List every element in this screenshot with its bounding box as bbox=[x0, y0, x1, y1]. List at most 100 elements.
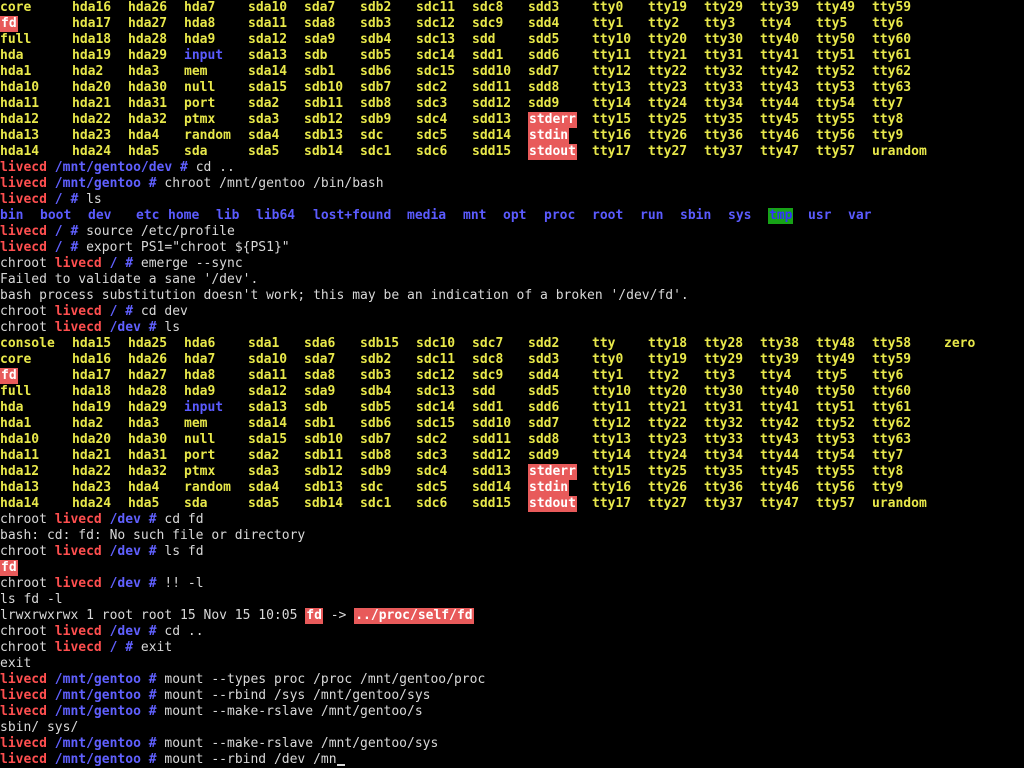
directory-entry: lost+found bbox=[313, 208, 392, 223]
file-entry: tty40 bbox=[760, 32, 800, 47]
prompt-host: livecd bbox=[0, 704, 55, 719]
terminal-text: mount --make-rslave /mnt/gentoo/sys bbox=[164, 736, 439, 751]
file-entry: sdd9 bbox=[528, 448, 560, 463]
file-entry: tty5 bbox=[816, 368, 848, 383]
file-entry: tty14 bbox=[592, 448, 632, 463]
file-entry: tty49 bbox=[816, 0, 856, 15]
file-entry: sdd10 bbox=[472, 64, 512, 79]
file-entry: tty43 bbox=[760, 432, 800, 447]
file-entry: sdd1 bbox=[472, 48, 504, 63]
file-entry: hda28 bbox=[128, 32, 168, 47]
file-entry: tty51 bbox=[816, 48, 856, 63]
terminal-text: ls fd -l bbox=[0, 592, 63, 607]
file-entry: sda10 bbox=[248, 0, 288, 15]
file-entry: sdd13 bbox=[472, 464, 512, 479]
terminal-line: ls fd -l bbox=[0, 592, 1024, 608]
file-entry: tty57 bbox=[816, 496, 856, 511]
file-entry: sdc2 bbox=[416, 432, 448, 447]
ls-output-row: core hda16 hda26 hda7 sda10 sda7 sdb2 sdc11 sdc8… bbox=[0, 0, 1024, 16]
file-entry: sdd bbox=[472, 32, 496, 47]
file-entry: sdc14 bbox=[416, 48, 456, 63]
prompt-path: /dev # bbox=[109, 512, 165, 527]
file-entry: sda2 bbox=[248, 448, 280, 463]
file-entry: sda10 bbox=[248, 352, 288, 367]
file-entry: stdout bbox=[528, 144, 577, 160]
directory-entry: proc bbox=[544, 208, 576, 223]
directory-entry: root bbox=[592, 208, 624, 223]
file-entry: hda17 bbox=[72, 16, 112, 31]
file-entry: sdb13 bbox=[304, 128, 344, 143]
file-entry: tty47 bbox=[760, 496, 800, 511]
file-entry: sdb2 bbox=[360, 352, 392, 367]
file-entry: tty61 bbox=[872, 400, 912, 415]
file-entry: tty62 bbox=[872, 416, 912, 431]
file-entry: sdc7 bbox=[472, 336, 504, 351]
file-entry: hda7 bbox=[184, 0, 216, 15]
file-entry: tty21 bbox=[648, 48, 688, 63]
file-entry: sda4 bbox=[248, 128, 280, 143]
file-entry: hda11 bbox=[0, 96, 40, 111]
terminal-text: chroot bbox=[0, 256, 55, 271]
file-entry: sda14 bbox=[248, 416, 288, 431]
terminal-line: sbin/ sys/ bbox=[0, 720, 1024, 736]
file-entry: tty2 bbox=[648, 368, 680, 383]
file-entry: tty55 bbox=[816, 112, 856, 127]
ls-output-row: hda11 hda21 hda31 port sda2 sdb11 sdb8 sdc3 sdd1… bbox=[0, 96, 1024, 112]
file-entry: tty4 bbox=[760, 16, 792, 31]
ls-output-row: hda12 hda22 hda32 ptmx sda3 sdb12 sdb9 sdc4 sdd1… bbox=[0, 464, 1024, 480]
file-entry: sdb4 bbox=[360, 384, 392, 399]
file-entry: tty40 bbox=[760, 384, 800, 399]
file-entry: tty1 bbox=[592, 368, 624, 383]
file-entry: sdb bbox=[304, 48, 328, 63]
file-entry: sda6 bbox=[304, 336, 336, 351]
file-entry: tty49 bbox=[816, 352, 856, 367]
terminal-line: Failed to validate a sane '/dev'. bbox=[0, 272, 1024, 288]
file-entry: tty46 bbox=[760, 128, 800, 143]
directory-entry: boot bbox=[40, 208, 72, 223]
file-entry: tty43 bbox=[760, 80, 800, 95]
ls-output-row: hda10 hda20 hda30 null sda15 sdb10 sdb7 sdc2 sdd… bbox=[0, 80, 1024, 96]
file-entry: sdc3 bbox=[416, 96, 448, 111]
file-entry: hda30 bbox=[128, 80, 168, 95]
file-entry: zero bbox=[944, 336, 976, 351]
prompt-path: /mnt/gentoo # bbox=[54, 704, 165, 719]
terminal-line: chroot livecd /dev # !! -l bbox=[0, 576, 1024, 592]
file-entry: tty8 bbox=[872, 112, 904, 127]
file-entry: sdd1 bbox=[472, 400, 504, 415]
file-entry: tty15 bbox=[592, 112, 632, 127]
file-entry: tty53 bbox=[816, 80, 856, 95]
file-entry: tty4 bbox=[760, 368, 792, 383]
prompt-path: /mnt/gentoo # bbox=[54, 688, 165, 703]
file-entry: hda18 bbox=[72, 32, 112, 47]
file-entry: sdd6 bbox=[528, 400, 560, 415]
file-entry: tty9 bbox=[872, 480, 904, 495]
prompt-host: livecd bbox=[54, 544, 110, 559]
file-entry: hda29 bbox=[128, 48, 168, 63]
ls-output-row: core hda16 hda26 hda7 sda10 sda7 sdb2 sdc11 sdc8… bbox=[0, 352, 1024, 368]
file-entry: tty27 bbox=[648, 144, 688, 159]
ls-output-row: console hda15 hda25 hda6 sda1 sda6 sdb15 sdc10 s… bbox=[0, 336, 1024, 352]
file-entry: tty19 bbox=[648, 0, 688, 15]
file-entry: tty12 bbox=[592, 416, 632, 431]
file-entry: full bbox=[0, 384, 32, 399]
prompt-host: livecd bbox=[0, 240, 55, 255]
ls-output-row: hda1 hda2 hda3 mem sda14 sdb1 sdb6 sdc15 sdd10 sd… bbox=[0, 64, 1024, 80]
terminal-screen[interactable]: core hda16 hda26 hda7 sda10 sda7 sdb2 sdc11 sdc8… bbox=[0, 0, 1024, 768]
file-entry: tty30 bbox=[704, 32, 744, 47]
file-entry: sda13 bbox=[248, 400, 288, 415]
terminal-line: chroot livecd /dev # ls fd bbox=[0, 544, 1024, 560]
file-entry: tty63 bbox=[872, 432, 912, 447]
prompt-host: livecd bbox=[54, 640, 110, 655]
file-entry: sdb9 bbox=[360, 464, 392, 479]
file-entry: tty3 bbox=[704, 368, 736, 383]
prompt-path: / # bbox=[54, 240, 87, 255]
terminal-text: source /etc/profile bbox=[86, 224, 235, 239]
terminal-text: mount --rbind /dev /mn bbox=[164, 752, 337, 767]
file-entry: sdd5 bbox=[528, 32, 560, 47]
file-entry: tty13 bbox=[592, 80, 632, 95]
file-entry: sdd8 bbox=[528, 80, 560, 95]
prompt-host: livecd bbox=[0, 736, 55, 751]
directory-entry: media bbox=[407, 208, 447, 223]
file-entry: sdb14 bbox=[304, 496, 344, 511]
file-entry: urandom bbox=[872, 496, 927, 511]
